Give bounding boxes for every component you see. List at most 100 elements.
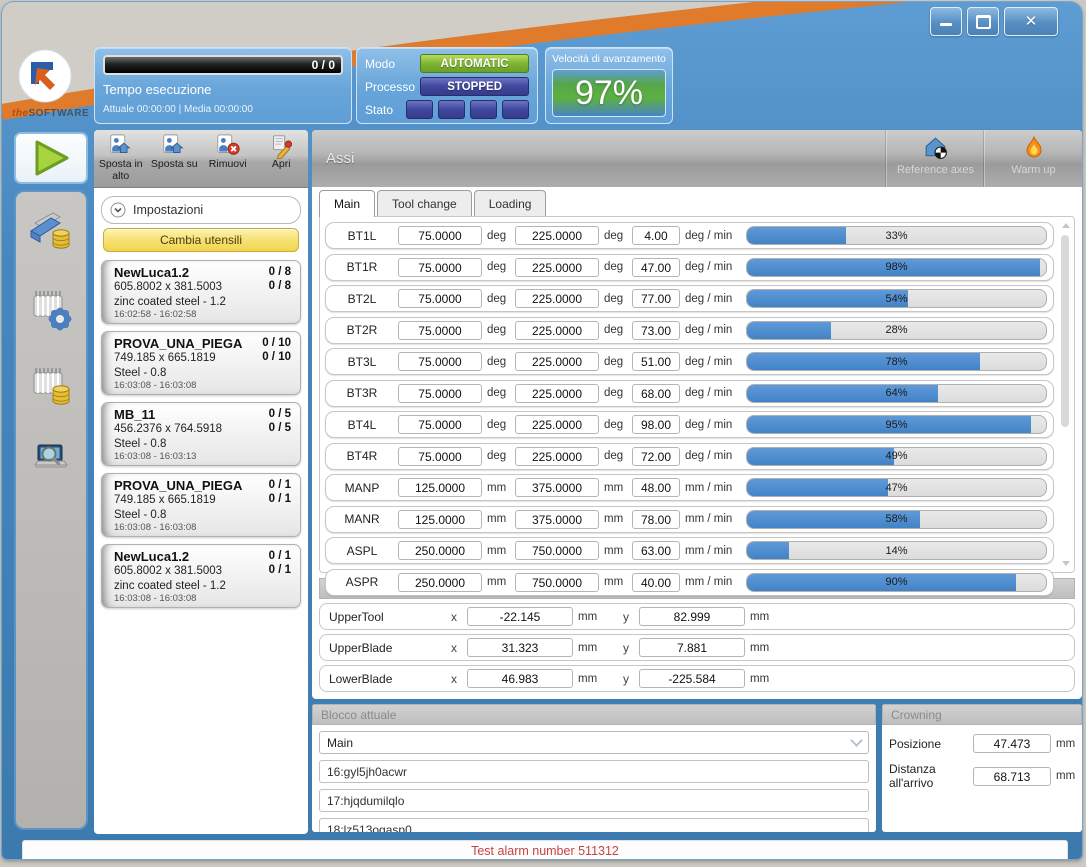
axis-speed-input[interactable]: 73.00 (632, 321, 680, 340)
axis-target-input[interactable]: 225.0000 (515, 226, 599, 245)
axis-speed-input[interactable]: 63.00 (632, 541, 680, 560)
crowning-label: Distanza all'arrivo (889, 762, 973, 790)
tab-tool-change[interactable]: Tool change (377, 190, 472, 216)
axis-progress-bar: 78% (746, 352, 1047, 371)
tab-loading[interactable]: Loading (474, 190, 547, 216)
axis-target-unit: deg (599, 387, 632, 399)
axis-position-input[interactable]: 75.0000 (398, 415, 482, 434)
axis-position-input[interactable]: 250.0000 (398, 541, 482, 560)
axis-target-input[interactable]: 375.0000 (515, 478, 599, 497)
move-to-top-button[interactable]: Sposta in alto (94, 130, 148, 187)
axis-position-input[interactable]: 75.0000 (398, 447, 482, 466)
sidebar-item-tool-setup[interactable] (26, 283, 76, 333)
axis-progress-label: 49% (747, 448, 1046, 465)
job-card[interactable]: PROVA_UNA_PIEGA 749.185 x 665.1819 Steel… (101, 473, 301, 537)
maximize-icon (976, 15, 991, 29)
cinematica-row: UpperBlade x 31.323 mm y 7.881 mm (319, 634, 1075, 661)
x-axis-label: x (441, 641, 467, 655)
axis-speed-input[interactable]: 40.00 (632, 573, 680, 592)
axis-speed-input[interactable]: 78.00 (632, 510, 680, 529)
axis-speed-input[interactable]: 48.00 (632, 478, 680, 497)
block-select[interactable]: Main (319, 731, 869, 754)
axis-position-input[interactable]: 75.0000 (398, 352, 482, 371)
axis-position-input[interactable]: 125.0000 (398, 510, 482, 529)
axis-target-unit: deg (599, 293, 632, 305)
minimize-button[interactable] (930, 7, 962, 36)
warm-up-button[interactable]: Warm up (984, 130, 1082, 187)
axis-speed-input[interactable]: 72.00 (632, 447, 680, 466)
axis-target-input[interactable]: 375.0000 (515, 510, 599, 529)
axis-row: BT2R 75.0000 deg 225.0000 deg 73.00 deg … (325, 317, 1054, 344)
axis-speed-unit: mm / min (680, 545, 744, 557)
axis-speed-unit: mm / min (680, 513, 744, 525)
axis-progress-bar: 98% (746, 258, 1047, 277)
chevron-down-icon (110, 202, 126, 218)
axis-target-input[interactable]: 750.0000 (515, 573, 599, 592)
axis-speed-input[interactable]: 47.00 (632, 258, 680, 277)
axis-speed-input[interactable]: 77.00 (632, 289, 680, 308)
job-size: 456.2376 x 764.5918 (114, 422, 292, 437)
job-card[interactable]: NewLuca1.2 605.8002 x 381.5003 zinc coat… (101, 544, 301, 608)
axis-position-input[interactable]: 250.0000 (398, 573, 482, 592)
job-card[interactable]: NewLuca1.2 605.8002 x 381.5003 zinc coat… (101, 260, 301, 324)
axis-speed-input[interactable]: 4.00 (632, 226, 680, 245)
axis-speed-input[interactable]: 51.00 (632, 352, 680, 371)
tab-main[interactable]: Main (319, 190, 375, 217)
sidebar-item-diagnostics[interactable] (26, 437, 76, 487)
axis-target-unit: deg (599, 450, 632, 462)
stato-label: Stato (365, 103, 406, 117)
app-logo (17, 48, 73, 109)
sidebar-item-tool-database[interactable] (26, 360, 76, 410)
job-card[interactable]: PROVA_UNA_PIEGA 749.185 x 665.1819 Steel… (101, 331, 301, 395)
move-up-button[interactable]: Sposta su (148, 130, 202, 187)
job-list-panel: Sposta in alto Sposta su (94, 130, 308, 834)
axis-target-input[interactable]: 225.0000 (515, 289, 599, 308)
feed-speed-panel: Velocità di avanzamento 97% (545, 47, 673, 124)
play-icon (29, 138, 73, 178)
settings-dropdown[interactable]: Impostazioni (101, 196, 301, 224)
cinematica-y-unit: mm (745, 611, 785, 623)
crowning-value: 47.473 (973, 734, 1051, 753)
axis-target-input[interactable]: 225.0000 (515, 384, 599, 403)
axis-target-input[interactable]: 225.0000 (515, 352, 599, 371)
axis-position-unit: deg (482, 293, 515, 305)
diagnostics-icon (27, 438, 75, 486)
scroll-down-arrow-icon[interactable] (1062, 561, 1070, 566)
axis-target-input[interactable]: 225.0000 (515, 258, 599, 277)
axis-progress-label: 47% (747, 479, 1046, 496)
machine-status-panel: Modo AUTOMATIC Processo STOPPED Stato (356, 47, 538, 124)
job-name: NewLuca1.2 (114, 265, 292, 280)
axis-position-input[interactable]: 125.0000 (398, 478, 482, 497)
scroll-up-arrow-icon[interactable] (1062, 223, 1070, 228)
axis-speed-input[interactable]: 68.00 (632, 384, 680, 403)
open-button[interactable]: Apri (255, 130, 309, 187)
axis-name: BT2R (326, 323, 398, 337)
axis-target-input[interactable]: 225.0000 (515, 415, 599, 434)
run-button[interactable] (14, 132, 88, 184)
axis-position-input[interactable]: 75.0000 (398, 226, 482, 245)
scrollbar-thumb[interactable] (1061, 235, 1069, 427)
sidebar-item-program-database[interactable] (26, 206, 76, 256)
remove-button[interactable]: Rimuovi (201, 130, 255, 187)
axis-position-unit: deg (482, 450, 515, 462)
maximize-button[interactable] (967, 7, 999, 36)
job-name: MB_11 (114, 407, 292, 422)
crowning-unit: mm (1051, 770, 1075, 782)
block-code-line: 16:gyl5jh0acwr (319, 760, 869, 783)
axis-position-input[interactable]: 75.0000 (398, 258, 482, 277)
reference-axes-button[interactable]: Reference axes (886, 130, 984, 187)
axis-target-input[interactable]: 225.0000 (515, 447, 599, 466)
axis-position-input[interactable]: 75.0000 (398, 289, 482, 308)
execution-time-panel: 0 / 0 Tempo esecuzione Attuale 00:00:00 … (94, 47, 352, 124)
job-card[interactable]: MB_11 456.2376 x 764.5918 Steel - 0.8 16… (101, 402, 301, 466)
tool-change-button[interactable]: Cambia utensili (103, 228, 299, 252)
axis-speed-input[interactable]: 98.00 (632, 415, 680, 434)
axis-position-input[interactable]: 75.0000 (398, 384, 482, 403)
axes-scrollbar[interactable] (1060, 223, 1070, 566)
axis-speed-unit: deg / min (680, 450, 744, 462)
axis-progress-label: 95% (747, 416, 1046, 433)
axis-target-input[interactable]: 225.0000 (515, 321, 599, 340)
axis-position-input[interactable]: 75.0000 (398, 321, 482, 340)
axis-target-input[interactable]: 750.0000 (515, 541, 599, 560)
close-button[interactable]: ✕ (1004, 7, 1058, 36)
